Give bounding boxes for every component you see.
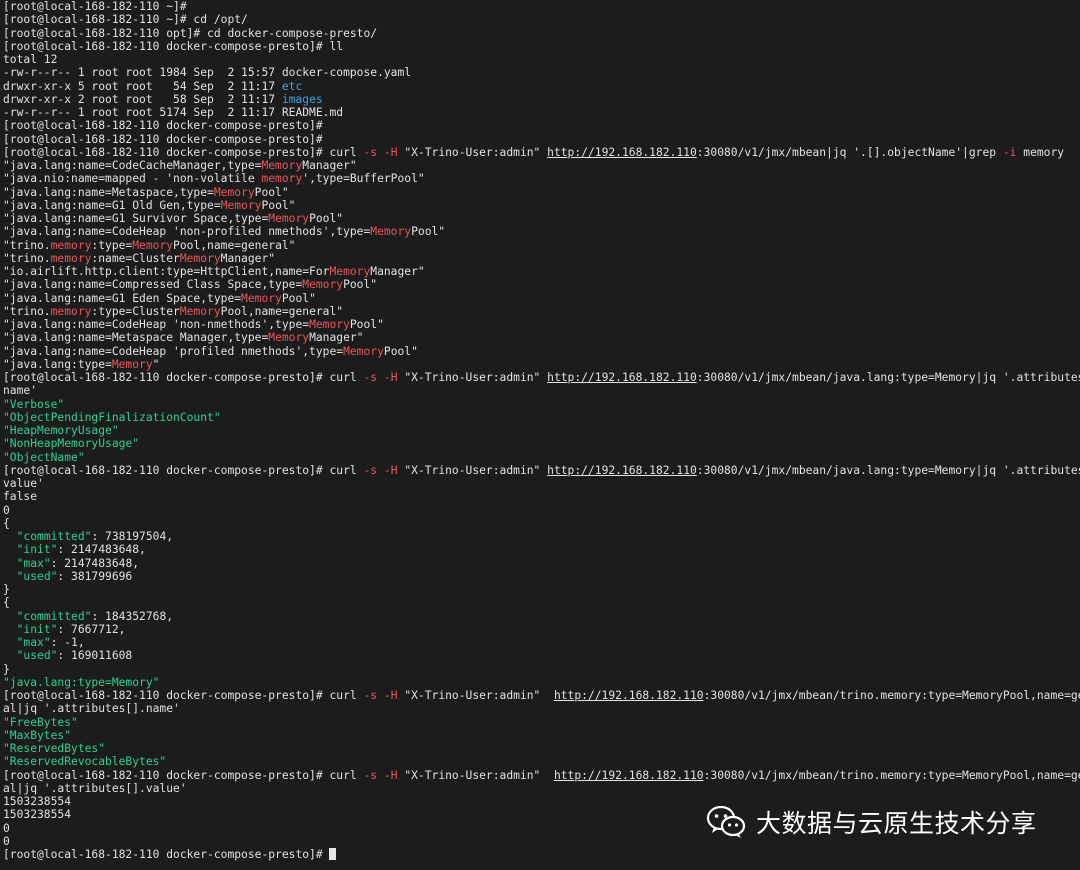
output-line: "ObjectPendingFinalizationCount" (3, 410, 221, 424)
cursor (329, 848, 337, 860)
output-line: "java.lang:name=Metaspace Manager,type=M… (3, 331, 364, 345)
command-line: [root@local-168-182-110 docker-compose-p… (3, 848, 1080, 861)
url-link: http://192.168.182.110 (547, 145, 697, 159)
url-link: http://192.168.182.110 (553, 768, 704, 782)
url-link: http://192.168.182.110 (547, 371, 697, 384)
terminal-output[interactable]: [root@local-168-182-110 ~]# [root@local-1… (0, 0, 1080, 870)
output-line: "NonHeapMemoryUsage" (3, 437, 140, 451)
output-line: "used": 381799696 (16, 569, 133, 583)
output-line: "trino.memory:type=ClusterMemoryPool,nam… (3, 304, 344, 318)
output-line: -rw-r--r-- 1 root root 1984 Sep 2 15:57 … (3, 66, 412, 80)
output-line: "ObjectName" (3, 450, 85, 464)
command-line: [root@local-168-182-110 docker-compose-p… (3, 145, 1065, 159)
output-line: "io.airlift.http.client:type=HttpClient,… (3, 265, 425, 278)
output-line: "trino.memory:type=MemoryPool,name=gener… (3, 238, 296, 252)
output-line: "max": 2147483648, (16, 556, 140, 570)
output-line: al|jq '.attributes[].name' (3, 702, 180, 716)
output-line: "java.lang:name=CodeHeap 'non-nmethods',… (3, 318, 384, 331)
watermark: 大数据与云原生技术分享 (706, 802, 1037, 842)
output-line: "committed": 738197504, (16, 530, 174, 543)
output-line: "trino.memory:name=ClusterMemoryManager" (3, 251, 276, 265)
output-line: "java.lang:type=Memory" (3, 675, 160, 689)
output-line: "java.lang:name=Metaspace,type=MemoryPoo… (3, 185, 289, 199)
command-line: [root@local-168-182-110 docker-compose-p… (3, 39, 344, 53)
output-line: total 12 (3, 53, 58, 66)
output-line: "java.nio:name=mapped - 'non-volatile me… (3, 172, 425, 186)
output-line: "ReservedBytes" (3, 742, 106, 755)
output-line: "java.lang:name=Compressed Class Space,t… (3, 278, 378, 292)
output-line: } (3, 662, 10, 676)
command-line: [root@local-168-182-110 ~]# (3, 0, 187, 13)
command-line: [root@local-168-182-110 docker-compose-p… (3, 119, 323, 133)
output-line: "init": 2147483648, (16, 543, 146, 557)
command-line: [root@local-168-182-110 opt]# cd docker-… (3, 26, 378, 40)
output-line: "java.lang:name=CodeHeap 'non-profiled n… (3, 225, 446, 239)
output-line: "java.lang:name=G1 Survivor Space,type=M… (3, 212, 344, 225)
wechat-icon (706, 804, 746, 840)
output-line: "HeapMemoryUsage" (3, 424, 119, 437)
output-line: } (3, 583, 10, 596)
watermark-text: 大数据与云原生技术分享 (756, 809, 1037, 838)
command-line: [root@local-168-182-110 docker-compose-p… (3, 689, 1080, 702)
output-line: drwxr-xr-x 2 root root 58 Sep 2 11:17 im… (3, 92, 323, 106)
output-line: "java.lang:name=G1 Eden Space,type=Memor… (3, 291, 316, 305)
output-line: drwxr-xr-x 5 root root 54 Sep 2 11:17 et… (3, 79, 303, 93)
output-line: "committed": 184352768, (16, 609, 174, 623)
output-line: "java.lang:name=CodeHeap 'profiled nmeth… (3, 344, 418, 358)
output-line: "java.lang:name=CodeCacheManager,type=Me… (3, 159, 357, 172)
command-line: [root@local-168-182-110 docker-compose-p… (3, 463, 1080, 477)
output-line: "java.lang:type=Memory" (3, 357, 160, 371)
command-line: [root@local-168-182-110 docker-compose-p… (3, 371, 1080, 384)
output-line: { (3, 516, 10, 530)
output-line: "ReservedRevocableBytes" (3, 755, 167, 769)
output-line: "max": -1, (16, 636, 85, 649)
output-line: "Verbose" (3, 397, 65, 411)
output-line: false (3, 490, 38, 504)
command-line: [root@local-168-182-110 docker-compose-p… (3, 768, 1080, 782)
url-link: http://192.168.182.110 (553, 689, 704, 702)
output-line: "init": 7667712, (16, 622, 126, 636)
output-line: "MaxBytes" (3, 728, 72, 742)
output-line: value' (3, 477, 44, 490)
output-line: "java.lang:name=G1 Old Gen,type=MemoryPo… (3, 198, 296, 212)
url-link: http://192.168.182.110 (547, 463, 697, 477)
command-line: [root@local-168-182-110 docker-compose-p… (3, 132, 323, 146)
command-line: [root@local-168-182-110 ~]# cd /opt/ (3, 13, 248, 27)
output-line: "FreeBytes" (3, 715, 78, 729)
output-line: 0 (3, 503, 10, 517)
output-line: -rw-r--r-- 1 root root 5174 Sep 2 11:17 … (3, 106, 344, 119)
output-line: al|jq '.attributes[].value' (3, 781, 187, 795)
output-line: "used": 169011608 (16, 649, 133, 663)
output-line: { (3, 596, 10, 610)
output-line: name' (3, 384, 38, 398)
